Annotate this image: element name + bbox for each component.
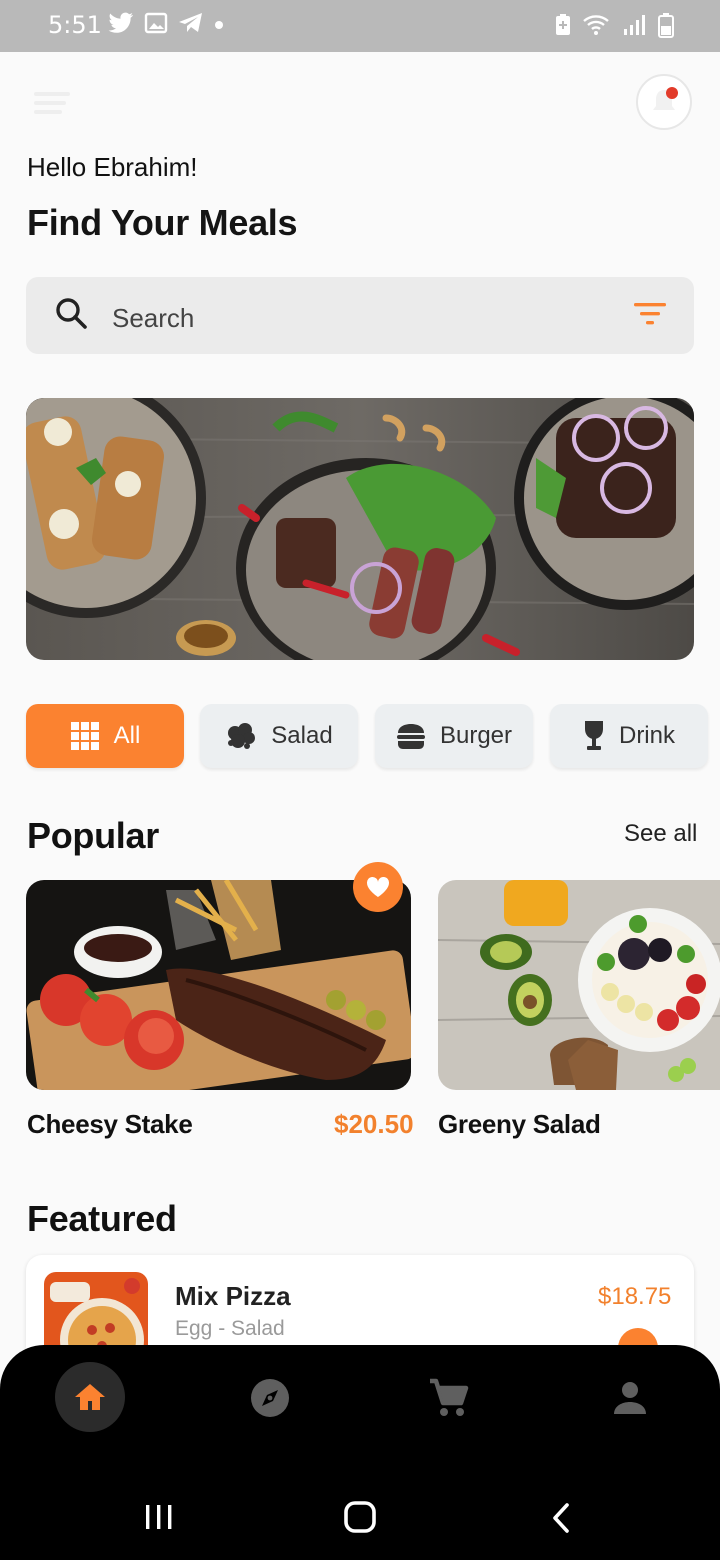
search-icon[interactable] — [54, 296, 90, 332]
banner-food-image — [26, 398, 694, 660]
status-bar: 5:51 — [0, 0, 720, 52]
featured-item-price: $18.75 — [598, 1283, 672, 1310]
battery-icon — [658, 13, 674, 38]
gallery-icon — [144, 12, 168, 34]
wifi-icon — [583, 15, 609, 35]
category-label: Drink — [618, 722, 675, 749]
drink-icon — [584, 721, 603, 750]
telegram-icon — [179, 13, 202, 32]
salad-icon — [228, 723, 256, 749]
status-time: 5:51 — [48, 11, 102, 39]
category-drink[interactable]: Drink — [550, 704, 708, 768]
recent-apps-icon[interactable] — [144, 1503, 174, 1531]
category-label: All — [113, 722, 141, 749]
burger-icon — [396, 724, 425, 749]
category-burger[interactable]: Burger — [375, 704, 533, 768]
grid-icon — [70, 722, 99, 750]
see-all-link[interactable]: See all — [624, 820, 697, 848]
category-salad[interactable]: Salad — [200, 704, 358, 768]
cart-icon — [430, 1378, 469, 1416]
dot-icon — [215, 21, 223, 29]
notification-badge — [666, 87, 678, 99]
search-input[interactable] — [112, 298, 592, 338]
popular-item-image[interactable] — [438, 880, 720, 1090]
twitter-icon — [108, 12, 133, 33]
popular-item-image[interactable] — [26, 880, 411, 1090]
bell-icon — [653, 90, 675, 110]
menu-button[interactable] — [34, 90, 72, 116]
nav-profile-button[interactable] — [610, 1378, 650, 1418]
popular-item-price: $20.50 — [334, 1109, 414, 1139]
home-system-icon[interactable] — [343, 1500, 377, 1534]
nav-cart-button[interactable] — [426, 1376, 472, 1420]
popular-item-name: Cheesy Stake — [27, 1109, 193, 1139]
featured-item-name: Mix Pizza — [175, 1281, 291, 1311]
heart-icon — [366, 876, 390, 897]
signal-icon — [624, 15, 645, 35]
nav-home-button[interactable] — [55, 1362, 125, 1432]
profile-icon — [614, 1382, 646, 1414]
back-icon[interactable] — [550, 1502, 572, 1534]
category-label: Burger — [439, 722, 513, 749]
explore-icon — [251, 1379, 289, 1417]
battery-saver-icon — [556, 14, 570, 35]
menu-icon — [34, 92, 70, 114]
filter-icon[interactable] — [632, 300, 668, 328]
page-title: Find Your Meals — [27, 202, 298, 243]
featured-item-subtitle: Egg - Salad — [175, 1317, 285, 1340]
favorite-button[interactable] — [353, 862, 403, 912]
nav-explore-button[interactable] — [248, 1376, 292, 1420]
category-all[interactable]: All — [26, 704, 184, 768]
home-icon — [75, 1384, 105, 1410]
notification-button[interactable] — [636, 74, 692, 130]
category-label: Salad — [271, 722, 333, 749]
promo-banner[interactable] — [26, 398, 694, 660]
featured-section-title: Featured — [27, 1198, 177, 1239]
popular-item-name: Greeny Salad — [438, 1109, 601, 1139]
greeting-text: Hello Ebrahim! — [27, 152, 198, 182]
popular-section-title: Popular — [27, 815, 159, 856]
